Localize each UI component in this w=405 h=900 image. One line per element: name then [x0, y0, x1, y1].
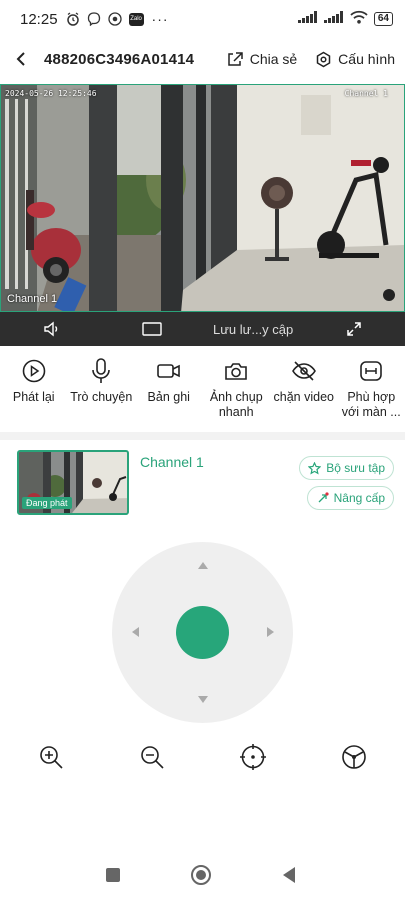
chrome-icon — [108, 12, 123, 27]
arrow-left-icon — [131, 627, 139, 637]
section-divider — [0, 432, 405, 440]
video-camera-icon — [156, 364, 180, 378]
more-notifications-icon: ··· — [151, 11, 169, 27]
back-nav-button[interactable] — [277, 863, 301, 887]
battery-indicator: 64 — [373, 12, 393, 26]
live-badge: Đang phát — [22, 497, 72, 509]
zalo-icon: Zalo — [128, 12, 144, 26]
ptz-joystick[interactable] — [112, 542, 293, 723]
fit-screen-label: Phù hợp với màn ... — [341, 390, 401, 419]
system-nav-bar — [0, 855, 405, 895]
rocket-icon — [318, 491, 329, 502]
recents-button[interactable] — [101, 863, 125, 887]
upgrade-button[interactable]: Nâng cấp — [306, 486, 394, 510]
snapshot-label: Ảnh chụp nhanh — [209, 390, 263, 419]
upgrade-label: Nâng cấp — [333, 491, 385, 505]
status-time: 12:25 — [20, 10, 58, 28]
zoom-out-icon — [141, 746, 164, 769]
stream-quality-selector[interactable]: Lưu lư...y cập — [203, 312, 304, 346]
camera-actions-row: Phát lại Trò chuyện Bản ghi Ảnh chụp nha… — [0, 356, 405, 428]
status-bar: 12:25 Zalo ··· 64 — [0, 0, 405, 38]
ptz-right-button[interactable] — [259, 621, 281, 643]
back-button[interactable] — [10, 48, 32, 70]
viber-icon — [87, 12, 102, 27]
config-label: Cấu hình — [338, 51, 395, 67]
record-button[interactable]: Bản ghi — [135, 356, 203, 428]
device-id-title: 488206C3496A01414 — [44, 50, 195, 68]
focus-button[interactable] — [238, 742, 268, 772]
microphone-icon — [92, 358, 111, 383]
ptz-center-knob[interactable] — [176, 606, 229, 659]
talk-button[interactable]: Trò chuyện — [68, 356, 136, 428]
fit-screen-icon — [360, 361, 383, 381]
eye-off-icon — [291, 361, 316, 381]
cruise-icon — [342, 745, 366, 769]
audio-toggle-button[interactable] — [0, 312, 101, 346]
video-channel-label: Channel 1 — [7, 293, 58, 305]
signal-icon-2 — [323, 10, 344, 28]
share-button[interactable]: Chia sẻ — [227, 51, 297, 67]
video-timestamp: 2024-05-26 12:25:46 — [5, 89, 97, 98]
record-label: Bản ghi — [147, 390, 190, 404]
settings-icon — [316, 51, 331, 67]
status-system-icons: 64 — [297, 10, 393, 29]
video-channel-label-top: Channel 1 — [344, 89, 388, 98]
ptz-left-button[interactable] — [124, 621, 146, 643]
signal-icon — [297, 10, 318, 28]
share-icon — [227, 52, 243, 66]
zoom-in-button[interactable] — [36, 742, 66, 772]
focus-icon — [240, 744, 266, 770]
channel-name: Channel 1 — [140, 454, 204, 470]
status-notification-icons: Zalo ··· — [66, 11, 169, 27]
cruise-button[interactable] — [339, 742, 369, 772]
speaker-icon — [43, 321, 57, 337]
channel-thumbnail[interactable]: Đang phát — [17, 450, 129, 515]
snapshot-button[interactable]: Ảnh chụp nhanh — [203, 356, 271, 428]
block-video-label: chặn video — [273, 390, 334, 404]
expand-icon — [347, 322, 362, 336]
collection-button[interactable]: Bộ sưu tập — [299, 456, 394, 480]
layout-toggle-button[interactable] — [101, 312, 202, 346]
playback-icon — [22, 359, 46, 383]
ptz-down-button[interactable] — [192, 688, 214, 710]
top-app-bar: 488206C3496A01414 Chia sẻ Cấu hình — [0, 38, 405, 80]
home-button[interactable] — [189, 863, 213, 887]
playback-button[interactable]: Phát lại — [0, 356, 68, 428]
zoom-out-button[interactable] — [137, 742, 167, 772]
collection-label: Bộ sưu tập — [326, 461, 385, 475]
single-view-icon — [142, 322, 162, 336]
live-video-feed[interactable]: 2024-05-26 12:25:46 Channel 1 Channel 1 — [0, 84, 405, 312]
arrow-right-icon — [266, 627, 274, 637]
ptz-tools-row — [0, 742, 405, 778]
stream-quality-label: Lưu lư...y cập — [212, 321, 294, 337]
video-toolbar: Lưu lư...y cập — [0, 312, 405, 346]
camera-icon — [225, 363, 248, 380]
ptz-up-button[interactable] — [192, 554, 214, 576]
talk-label: Trò chuyện — [70, 390, 133, 404]
block-video-button[interactable]: chặn video — [270, 356, 338, 428]
camera-scene — [1, 85, 404, 311]
zoom-in-icon — [40, 746, 63, 769]
share-label: Chia sẻ — [249, 51, 298, 67]
square-icon — [106, 868, 120, 882]
fit-screen-button[interactable]: Phù hợp với màn ... — [338, 356, 405, 428]
star-icon — [308, 461, 322, 474]
config-button[interactable]: Cấu hình — [315, 51, 395, 68]
playback-label: Phát lại — [12, 390, 55, 404]
home-circle-icon — [191, 865, 211, 885]
arrow-up-icon — [198, 561, 208, 569]
alarm-icon — [66, 12, 81, 27]
arrow-down-icon — [198, 695, 208, 703]
fullscreen-button[interactable] — [304, 312, 405, 346]
triangle-back-icon — [283, 867, 295, 883]
chevron-left-icon — [16, 52, 25, 66]
wifi-icon — [350, 10, 368, 29]
